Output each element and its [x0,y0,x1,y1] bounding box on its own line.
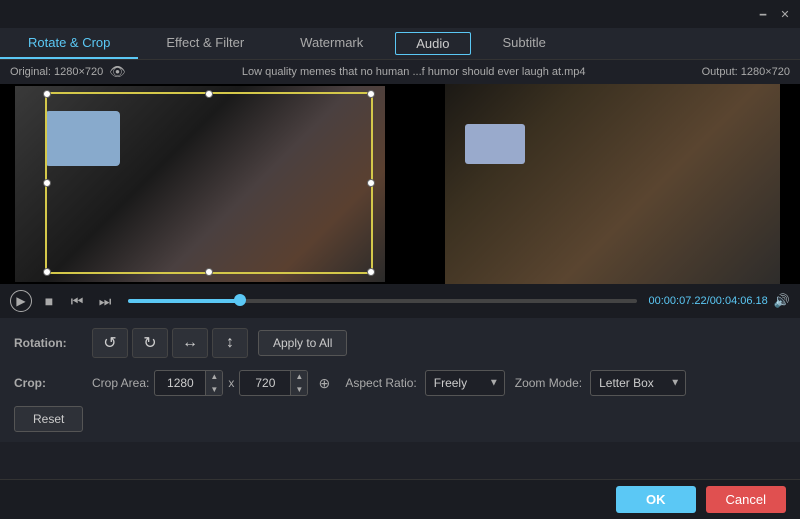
crop-center-button[interactable]: ⊕ [313,372,335,394]
crop-handle-top-mid[interactable] [205,90,213,98]
crop-row: Crop: Crop Area: ▲ ▼ x ▲ ▼ ⊕ Aspect Rat [14,370,786,396]
original-label: Original: 1280×720 [10,66,103,78]
controls-bar: ▶ ■ ⏮ ⏭ 00:00:07.22/00:04:06.18 🔊 [0,284,800,318]
crop-area-label: Crop Area: [92,376,149,390]
reset-row: Reset [14,406,786,432]
crop-handle-top-left[interactable] [43,90,51,98]
aspect-ratio-select-wrap: Freely 16:9 4:3 1:1 9:16 ▼ [425,370,505,396]
minimize-button[interactable]: 🗕 [756,7,770,21]
zoom-mode-select[interactable]: Letter Box Pan & Scan Full [590,370,686,396]
tab-audio[interactable]: Audio [395,32,470,55]
black-bar-left [400,84,445,284]
crop-handle-mid-left[interactable] [43,179,51,187]
rotation-label: Rotation: [14,336,82,350]
black-bar-right [780,84,800,284]
reset-button[interactable]: Reset [14,406,83,432]
bottom-panel: Rotation: ↺ ↻ ↔ ↕ Apply to All Crop: Cro… [0,318,800,442]
stop-button[interactable]: ■ [38,290,60,312]
crop-area-section: Crop Area: ▲ ▼ x ▲ ▼ ⊕ [92,370,335,396]
video-preview-left [0,84,400,284]
tv-screen-right [465,124,525,164]
crop-height-up[interactable]: ▲ [291,370,307,383]
rotate-right-button[interactable]: ↻ [132,328,168,358]
tab-effect-filter[interactable]: Effect & Filter [138,28,272,59]
tab-subtitle[interactable]: Subtitle [475,28,574,59]
crop-handle-bottom-right[interactable] [367,268,375,276]
output-label: Output: 1280×720 [702,66,790,78]
title-bar: 🗕 ✕ [0,0,800,28]
apply-to-all-button[interactable]: Apply to All [258,330,347,356]
time-current: 00:00:07.22 [649,295,707,307]
time-total: 00:04:06.18 [710,295,768,307]
flip-horizontal-button[interactable]: ↔ [172,328,208,358]
crop-width-input[interactable] [155,376,205,390]
next-button[interactable]: ⏭ [94,290,116,312]
crop-overlay[interactable] [45,92,373,274]
tab-rotate-crop[interactable]: Rotate & Crop [0,28,138,59]
volume-icon[interactable]: 🔊 [774,293,790,309]
rotate-left-icon: ↺ [103,333,116,353]
tab-bar: Rotate & Crop Effect & Filter Watermark … [0,28,800,60]
crop-height-down[interactable]: ▼ [291,383,307,396]
crop-height-arrows: ▲ ▼ [290,370,307,396]
crop-width-down[interactable]: ▼ [206,383,222,396]
footer: OK Cancel [0,479,800,519]
flip-vertical-button[interactable]: ↕ [212,328,248,358]
filename-label: Low quality memes that no human ...f hum… [242,66,586,78]
video-thumbnail-right [400,84,800,284]
crop-handle-bottom-left[interactable] [43,268,51,276]
crop-handle-mid-right[interactable] [367,179,375,187]
crop-label: Crop: [14,376,82,390]
aspect-ratio-select[interactable]: Freely 16:9 4:3 1:1 9:16 [425,370,505,396]
progress-track[interactable] [128,299,637,303]
crop-width-arrows: ▲ ▼ [205,370,222,396]
ok-button[interactable]: OK [616,486,696,513]
crop-handle-top-right[interactable] [367,90,375,98]
info-bar: Original: 1280×720 👁 Low quality memes t… [0,60,800,84]
crop-handle-bottom-mid[interactable] [205,268,213,276]
close-button[interactable]: ✕ [778,7,792,21]
flip-horizontal-icon: ↔ [182,334,198,352]
prev-button[interactable]: ⏮ [66,290,88,312]
video-preview-right [400,84,800,284]
video-area [0,84,800,284]
play-button[interactable]: ▶ [10,290,32,312]
progress-fill [128,299,240,303]
rotate-left-button[interactable]: ↺ [92,328,128,358]
progress-thumb[interactable] [234,294,246,306]
rotation-row: Rotation: ↺ ↻ ↔ ↕ Apply to All [14,328,786,358]
crop-width-input-wrap: ▲ ▼ [154,370,223,396]
aspect-ratio-label: Aspect Ratio: [345,376,416,390]
x-separator: x [228,376,234,390]
video-canvas-left [15,86,385,282]
zoom-mode-label: Zoom Mode: [515,376,582,390]
time-display: 00:00:07.22/00:04:06.18 [649,295,768,307]
eye-icon[interactable]: 👁 [109,64,126,80]
cancel-button[interactable]: Cancel [706,486,786,513]
rotation-buttons: ↺ ↻ ↔ ↕ [92,328,248,358]
tab-watermark[interactable]: Watermark [272,28,391,59]
flip-vertical-icon: ↕ [226,334,234,352]
crop-height-input-wrap: ▲ ▼ [239,370,308,396]
zoom-mode-select-wrap: Letter Box Pan & Scan Full ▼ [590,370,686,396]
rotate-right-icon: ↻ [143,333,156,353]
crop-width-up[interactable]: ▲ [206,370,222,383]
crop-height-input[interactable] [240,376,290,390]
zoom-mode-section: Zoom Mode: Letter Box Pan & Scan Full ▼ [515,370,686,396]
aspect-ratio-section: Aspect Ratio: Freely 16:9 4:3 1:1 9:16 ▼ [345,370,504,396]
